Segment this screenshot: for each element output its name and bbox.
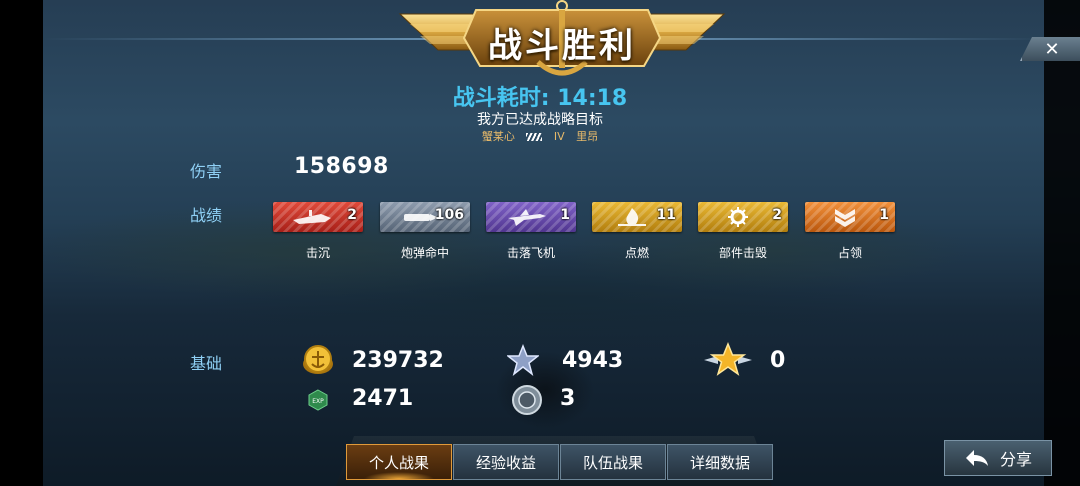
badge-count: 1	[879, 207, 889, 223]
sinking-ship-icon	[293, 210, 331, 224]
aircraft-icon	[508, 209, 546, 226]
star-value: 4943	[562, 348, 624, 373]
achievements-label: 战绩	[190, 206, 223, 225]
chevron-icon	[835, 209, 855, 227]
damage-value: 158698	[294, 154, 389, 179]
badge-count: 2	[347, 207, 357, 223]
fire-icon	[618, 208, 646, 226]
coin-icon	[303, 345, 333, 374]
medal-icon	[512, 385, 542, 415]
tab-personal-results[interactable]: 个人战果	[346, 444, 452, 480]
share-arrow-icon	[965, 450, 988, 466]
exp-value: 2471	[352, 386, 414, 411]
badge-label-aircraft-downed: 击落飞机	[506, 246, 555, 260]
medal-value: 3	[560, 386, 576, 411]
player-info: 蟹某心 IV 里昂	[0, 128, 1080, 144]
left-letterbox	[0, 0, 43, 486]
badge-label-shell-hits: 炮弹命中	[400, 246, 449, 260]
gear-icon	[728, 207, 748, 227]
badge-sunk[interactable]: 2	[273, 202, 363, 232]
battle-duration: 战斗耗时: 14:18	[452, 86, 628, 111]
victory-banner: 战斗胜利	[398, 0, 726, 84]
gold-star-icon	[704, 342, 752, 376]
tab-exp-earnings[interactable]: 经验收益	[453, 444, 559, 480]
exp-icon-text: EXP	[312, 398, 324, 405]
badge-count: 106	[434, 207, 464, 223]
victory-title: 战斗胜利	[488, 26, 636, 66]
badge-label-fires: 点燃	[624, 246, 649, 260]
star-icon	[507, 344, 539, 376]
badge-aircraft-downed[interactable]: 1	[486, 202, 576, 232]
badge-count: 1	[560, 207, 570, 223]
ship-name: 里昂	[576, 130, 599, 143]
badge-label-sunk: 击沉	[305, 246, 330, 260]
badge-shell-hits[interactable]: 106	[380, 202, 470, 232]
tab-detailed-data[interactable]: 详细数据	[667, 444, 773, 480]
exp-icon: EXP	[308, 389, 328, 411]
tab-label: 个人战果	[368, 453, 429, 472]
badge-fires[interactable]: 11	[592, 202, 682, 232]
tab-label: 队伍战果	[582, 453, 643, 472]
tab-team-results[interactable]: 队伍战果	[560, 444, 666, 480]
gold-star-value: 0	[770, 348, 786, 373]
close-icon: ✕	[1044, 38, 1060, 60]
badge-count: 11	[656, 207, 676, 223]
base-label: 基础	[190, 354, 223, 373]
badge-label-capture: 占领	[837, 246, 862, 260]
badge-modules-destroyed[interactable]: 2	[698, 202, 788, 232]
damage-label: 伤害	[190, 162, 223, 181]
player-name: 蟹某心	[481, 130, 515, 143]
ship-tier: IV	[553, 130, 565, 143]
rank-icon	[526, 133, 543, 141]
coins-value: 239732	[352, 348, 444, 373]
tab-label: 详细数据	[689, 453, 750, 472]
badge-capture[interactable]: 1	[805, 202, 895, 232]
objective-text: 我方已达成战略目标	[477, 112, 603, 128]
share-button[interactable]: 分享	[944, 440, 1052, 476]
badge-count: 2	[772, 207, 782, 223]
badge-label-modules-destroyed: 部件击毁	[718, 246, 767, 260]
ship-silhouette	[470, 330, 620, 440]
right-letterbox	[1044, 0, 1080, 486]
tab-label: 经验收益	[475, 453, 536, 472]
share-label: 分享	[999, 450, 1032, 469]
